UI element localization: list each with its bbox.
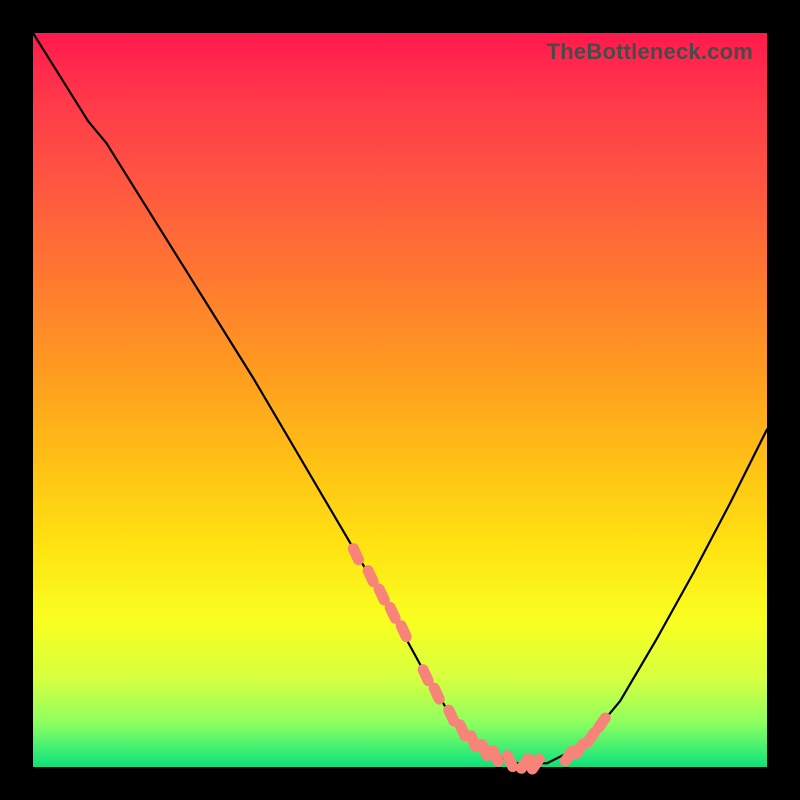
marker-dot xyxy=(390,607,395,618)
marker-dot xyxy=(460,725,465,736)
marker-dot xyxy=(493,751,498,762)
bottleneck-curve-line xyxy=(33,33,767,763)
marker-dot xyxy=(521,758,528,768)
chart-frame: TheBottleneck.com xyxy=(0,0,800,800)
marker-dot xyxy=(423,670,428,681)
marker-dot xyxy=(449,710,454,721)
marker-cluster-group xyxy=(353,549,605,769)
marker-dot xyxy=(401,626,406,637)
gradient-plot-area: TheBottleneck.com xyxy=(33,33,767,767)
marker-dot xyxy=(576,744,583,754)
marker-dot xyxy=(434,688,439,699)
marker-dot xyxy=(368,571,373,582)
marker-dot xyxy=(482,745,487,756)
marker-dot xyxy=(471,736,476,747)
chart-overlay-svg xyxy=(33,33,767,767)
marker-dot xyxy=(587,733,594,743)
marker-dot xyxy=(353,549,358,560)
marker-dot xyxy=(598,718,605,728)
marker-dot xyxy=(532,759,539,769)
marker-dot xyxy=(379,589,384,600)
marker-dot xyxy=(508,756,513,767)
